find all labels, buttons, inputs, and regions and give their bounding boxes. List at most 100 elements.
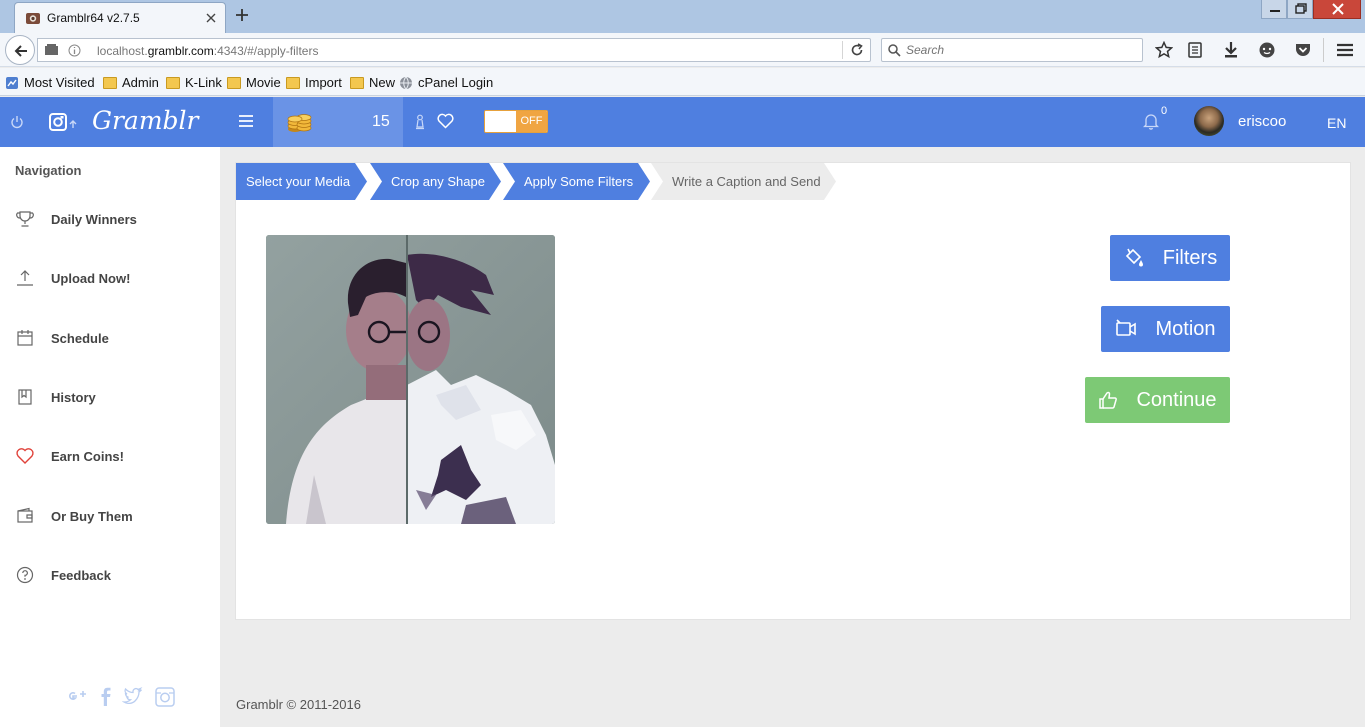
social-links [66, 687, 176, 707]
bookmark-label: Import [305, 75, 342, 90]
bookmark-k-link[interactable]: K-Link [166, 75, 222, 90]
bookmark-import[interactable]: Import [286, 75, 342, 90]
auto-like-toggle[interactable]: OFF [484, 110, 548, 133]
sidebar-item-daily-winners[interactable]: Daily Winners [0, 199, 220, 239]
sidebar-item-schedule[interactable]: Schedule [0, 318, 220, 358]
minimize-icon [1270, 10, 1280, 12]
sidebar-toggle-icon[interactable] [238, 113, 254, 129]
browser-tab-bar: Gramblr64 v2.7.5 [0, 0, 1365, 33]
paint-bucket-icon [1125, 248, 1143, 267]
bookmark-icon [18, 389, 32, 405]
folder-icon [286, 76, 300, 89]
sidebar-item-or-buy-them[interactable]: Or Buy Them [0, 496, 220, 536]
step-label: Apply Some Filters [524, 174, 634, 189]
coins-icon [287, 114, 312, 132]
sidebar-item-feedback[interactable]: Feedback [0, 555, 220, 595]
maximize-button[interactable] [1287, 0, 1313, 19]
chat-icon[interactable] [1258, 41, 1276, 59]
video-camera-icon [1116, 319, 1137, 336]
media-preview[interactable] [266, 235, 555, 524]
filters-button[interactable]: Filters [1110, 235, 1230, 281]
bookmark-most-visited[interactable]: Most Visited [5, 75, 95, 90]
avatar[interactable] [1194, 106, 1224, 136]
folder-icon [166, 76, 180, 89]
language-selector[interactable]: EN [1327, 115, 1346, 131]
google-plus-icon[interactable] [66, 687, 88, 707]
new-tab-icon[interactable] [234, 7, 250, 23]
close-window-button[interactable] [1313, 0, 1361, 19]
brand-logo[interactable]: Gramblr [92, 106, 198, 135]
trophy-icon [16, 211, 34, 227]
step-label: Select your Media [246, 174, 351, 189]
wizard-step-caption-send[interactable]: Write a Caption and Send [651, 163, 836, 200]
app-header: Gramblr 15 OFF 0 eriscoo EN [0, 97, 1365, 147]
motion-button[interactable]: Motion [1101, 306, 1230, 352]
bookmark-new[interactable]: New [350, 75, 395, 90]
wizard-step-apply-filters[interactable]: Apply Some Filters [503, 163, 650, 200]
url-separator [842, 41, 843, 59]
footer-copyright: Gramblr © 2011-2016 [236, 697, 361, 712]
continue-button[interactable]: Continue [1085, 377, 1230, 423]
menu-separator [1323, 38, 1324, 62]
coin-count: 15 [372, 113, 390, 130]
apply-filters-panel: Select your Media Crop any Shape Apply S… [235, 162, 1351, 620]
sidebar-item-label: Or Buy Them [51, 509, 133, 524]
sidebar-item-upload-now[interactable]: Upload Now! [0, 258, 220, 298]
power-icon[interactable] [10, 115, 24, 129]
instagram-logo-icon [49, 113, 77, 131]
coin-balance[interactable]: 15 [273, 97, 403, 147]
url-path: :4343/#/apply-filters [213, 44, 319, 58]
wallet-icon [17, 507, 33, 523]
folder-icon [227, 76, 241, 89]
search-input[interactable] [906, 42, 1126, 58]
reading-list-icon[interactable] [1187, 41, 1203, 59]
filters-label: Filters [1162, 247, 1218, 269]
bookmark-cpanel-login[interactable]: cPanel Login [399, 75, 493, 90]
search-box[interactable] [881, 38, 1143, 62]
wizard-step-crop-shape[interactable]: Crop any Shape [370, 163, 501, 200]
upload-icon [17, 270, 33, 286]
sidebar-item-earn-coins[interactable]: Earn Coins! [0, 436, 220, 476]
reload-icon[interactable] [850, 43, 864, 57]
bookmark-admin[interactable]: Admin [103, 75, 159, 90]
browser-tab[interactable]: Gramblr64 v2.7.5 [14, 2, 226, 33]
bookmarks-bar: Most Visited Admin K-Link Movie Import N… [0, 68, 1365, 96]
tab-close-icon[interactable] [205, 12, 217, 24]
browser-nav-bar: localhost.gramblr.com:4343/#/apply-filte… [0, 33, 1365, 67]
url-host-main: gramblr.com [147, 44, 214, 58]
tab-title: Gramblr64 v2.7.5 [47, 11, 140, 25]
folder-icon [350, 76, 364, 89]
bookmark-movie[interactable]: Movie [227, 75, 281, 90]
heart-outline-icon[interactable] [437, 113, 454, 129]
bookmark-star-icon[interactable] [1155, 41, 1173, 59]
step-label: Write a Caption and Send [672, 174, 821, 189]
info-icon[interactable] [68, 44, 81, 57]
heart-icon [16, 448, 34, 464]
close-window-icon [1332, 3, 1344, 15]
wizard-step-select-media[interactable]: Select your Media [236, 163, 367, 200]
back-button[interactable] [5, 35, 35, 65]
notification-bell-icon[interactable] [1143, 113, 1159, 130]
calendar-icon [17, 330, 33, 346]
sidebar-item-label: History [51, 390, 96, 405]
help-icon [16, 566, 34, 584]
download-icon[interactable] [1223, 41, 1239, 59]
url-bar[interactable]: localhost.gramblr.com:4343/#/apply-filte… [37, 38, 871, 62]
sidebar: Navigation Daily Winners Upload Now! Sch… [0, 147, 220, 727]
notification-count: 0 [1161, 105, 1168, 117]
sidebar-item-label: Feedback [51, 568, 111, 583]
twitter-icon[interactable] [122, 687, 144, 707]
chess-pawn-icon[interactable] [414, 114, 426, 130]
instagram-icon[interactable] [154, 687, 176, 707]
sidebar-item-label: Upload Now! [51, 271, 131, 286]
photo-preview-image [266, 235, 555, 524]
history-icon[interactable] [42, 43, 64, 57]
minimize-button[interactable] [1261, 0, 1287, 19]
pocket-icon[interactable] [1294, 41, 1312, 59]
sidebar-item-history[interactable]: History [0, 377, 220, 417]
url-host-prefix: localhost. [97, 44, 148, 58]
hamburger-menu-icon[interactable] [1336, 41, 1354, 59]
bookmark-label: K-Link [185, 75, 222, 90]
username[interactable]: eriscoo [1238, 113, 1286, 130]
facebook-icon[interactable] [98, 687, 112, 707]
